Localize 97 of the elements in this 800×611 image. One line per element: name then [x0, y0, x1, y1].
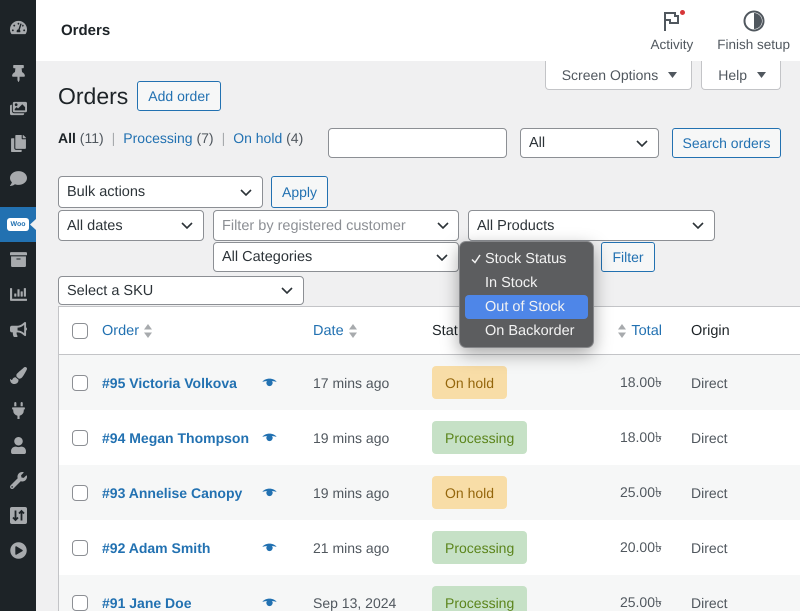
product-filter-select[interactable]: All Products: [468, 210, 715, 241]
column-sort-link[interactable]: Total: [631, 322, 662, 338]
user-icon[interactable]: [10, 437, 26, 454]
row-checkbox[interactable]: [72, 540, 88, 556]
separator-text: |: [112, 130, 116, 146]
header-action-label[interactable]: Finish setup: [717, 36, 790, 52]
sku-select[interactable]: Select a SKU: [58, 276, 304, 305]
paintbrush-icon[interactable]: [10, 367, 26, 384]
customer-name-link[interactable]: #94 Megan Thompson: [102, 430, 250, 446]
sort-arrows-icon: [618, 324, 626, 338]
status-badge: Processing: [432, 421, 528, 454]
chevron-down-icon: [636, 140, 648, 146]
chevron-down-icon: [181, 222, 193, 229]
search-orders-button[interactable]: Search orders: [672, 128, 781, 158]
category-filter-select[interactable]: All Categories: [213, 242, 459, 272]
row-checkbox[interactable]: [72, 484, 88, 500]
eye-icon[interactable]: [262, 488, 277, 497]
half-filled-circle-icon: [742, 10, 765, 32]
heading-text: Stat: [432, 322, 458, 338]
amount-text: 25.00৳: [620, 482, 662, 502]
chevron-down-icon: [692, 222, 704, 229]
plug-icon[interactable]: [10, 402, 26, 419]
eye-icon[interactable]: [262, 378, 277, 387]
status-view-link[interactable]: All (11): [58, 130, 104, 146]
chevron-down-icon: [437, 222, 449, 229]
menu-option[interactable]: Out of Stock: [465, 295, 588, 319]
customer-name-link[interactable]: #93 Annelise Canopy: [102, 484, 242, 500]
megaphone-icon[interactable]: [10, 321, 26, 338]
customer-name-link[interactable]: #92 Adam Smith: [102, 540, 210, 556]
date-filter-select[interactable]: All dates: [58, 210, 204, 241]
archive-box-icon[interactable]: [10, 251, 26, 268]
date-text: Sep 13, 2024: [313, 594, 396, 610]
images-icon[interactable]: [10, 100, 26, 117]
customer-name-link[interactable]: #91 Jane Doe: [102, 594, 192, 610]
documents-icon[interactable]: [10, 135, 26, 152]
eye-icon[interactable]: [262, 598, 277, 607]
header-action-label[interactable]: Activity: [650, 36, 694, 52]
filter-button[interactable]: Filter: [601, 242, 655, 272]
flag-icon: [663, 10, 680, 30]
chevron-down-icon: [436, 254, 448, 260]
sort-arrows-icon: [144, 324, 152, 338]
bar-chart-icon[interactable]: [10, 286, 26, 303]
menu-option[interactable]: Stock Status: [465, 247, 588, 271]
separator-text: |: [222, 130, 226, 146]
heading-text: Origin: [691, 322, 730, 338]
source-text: Direct: [691, 594, 728, 610]
status-badge: On hold: [432, 476, 508, 509]
screen-tab[interactable]: Help: [701, 61, 781, 90]
gauge-icon[interactable]: [10, 19, 26, 36]
amount-text: 20.00৳: [620, 538, 662, 556]
wrench-icon[interactable]: [10, 472, 26, 489]
status-view-link[interactable]: On hold (4): [233, 130, 304, 146]
amount-text: 25.00৳: [620, 592, 662, 611]
source-text: Direct: [691, 484, 728, 500]
caret-icon: [668, 72, 678, 78]
row-checkbox[interactable]: [72, 374, 88, 390]
menu-pointer-icon: [30, 219, 36, 230]
source-text: Direct: [691, 540, 728, 556]
row-checkbox[interactable]: [72, 430, 88, 446]
amount-text: 18.00৳: [620, 428, 662, 446]
header-title: Orders: [61, 22, 110, 39]
search-type-select[interactable]: All: [520, 128, 659, 158]
status-view-link[interactable]: Processing (7): [123, 130, 214, 146]
chevron-down-icon: [240, 188, 252, 196]
chevron-down-icon: [281, 287, 293, 294]
status-badge: On hold: [432, 366, 508, 399]
date-text: 17 mins ago: [313, 374, 390, 390]
pushpin-icon[interactable]: [10, 65, 26, 82]
speech-bubble-icon[interactable]: [10, 170, 26, 187]
bulk-actions-select[interactable]: Bulk actions: [58, 176, 263, 208]
up-down-arrows-icon[interactable]: [10, 507, 26, 524]
customer-name-link[interactable]: #95 Victoria Volkova: [102, 374, 237, 390]
status-badge: Processing: [432, 531, 528, 564]
date-text: 19 mins ago: [313, 484, 390, 500]
customer-filter-field[interactable]: Filter by registered customer: [213, 210, 459, 241]
date-text: 21 mins ago: [313, 540, 390, 556]
row-checkbox[interactable]: [72, 594, 88, 610]
search-field[interactable]: [328, 128, 507, 158]
source-text: Direct: [691, 430, 728, 446]
screen-tab[interactable]: Screen Options: [544, 61, 692, 90]
add-order-button[interactable]: Add order: [137, 81, 221, 111]
page-title: Orders: [58, 84, 128, 108]
status-badge: Processing: [432, 586, 528, 611]
menu-option[interactable]: On Backorder: [465, 319, 588, 343]
eye-icon[interactable]: [262, 433, 277, 442]
column-sort-link[interactable]: Date: [313, 322, 344, 338]
select-all-checkbox[interactable]: [72, 322, 88, 338]
caret-icon: [757, 72, 766, 78]
play-icon[interactable]: [10, 542, 26, 559]
eye-icon[interactable]: [262, 543, 277, 552]
menu-option[interactable]: In Stock: [465, 271, 588, 295]
date-text: 19 mins ago: [313, 430, 390, 446]
column-sort-link[interactable]: Order: [102, 322, 140, 338]
source-text: Direct: [691, 374, 728, 390]
apply-button[interactable]: Apply: [271, 176, 328, 208]
amount-text: 18.00৳: [620, 372, 662, 392]
sort-arrows-icon: [348, 324, 357, 338]
